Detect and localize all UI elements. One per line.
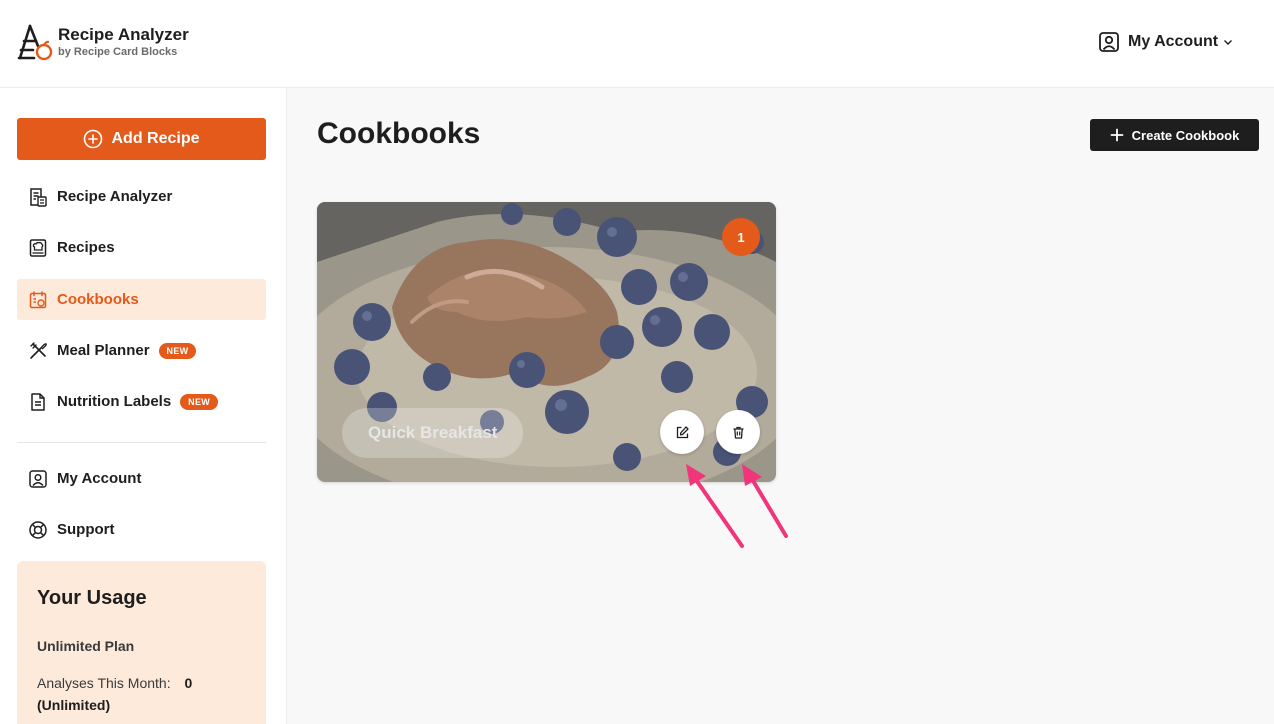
sidebar-item-my-account[interactable]: My Account [17, 458, 266, 499]
sidebar-item-label: Recipe Analyzer [57, 188, 173, 205]
add-recipe-button[interactable]: Add Recipe [17, 118, 266, 160]
sidebar-item-recipe-analyzer[interactable]: Recipe Analyzer [17, 176, 266, 217]
sidebar-item-label: Recipes [57, 239, 115, 256]
recipe-count-badge: 1 [722, 218, 760, 256]
sidebar-item-nutrition-labels[interactable]: Nutrition Labels NEW [17, 381, 266, 422]
usage-title: Your Usage [37, 587, 147, 609]
chef-book-icon [29, 238, 47, 257]
sidebar-item-support[interactable]: Support [17, 509, 266, 550]
sidebar-item-label: My Account [57, 470, 142, 487]
trash-icon [733, 426, 743, 439]
annotation-arrows [686, 464, 788, 548]
annotation-arrow-edit [686, 464, 744, 548]
sidebar-item-label: Cookbooks [57, 291, 139, 308]
create-cookbook-button[interactable]: Create Cookbook [1090, 119, 1259, 151]
brand-subtitle: by Recipe Card Blocks [58, 46, 178, 58]
usage-analyses-note: (Unlimited) [37, 697, 111, 713]
usage-plan: Unlimited Plan [37, 638, 135, 654]
usage-analyses-value: 0 [184, 675, 193, 691]
sidebar-item-recipes[interactable]: Recipes [17, 227, 266, 268]
new-badge: NEW [158, 342, 197, 359]
account-label: My Account [1128, 33, 1219, 50]
plus-circle-icon [84, 129, 103, 149]
plus-icon [1110, 128, 1124, 142]
account-menu[interactable]: My Account [1098, 30, 1234, 54]
lifebuoy-icon [29, 520, 47, 539]
chevron-down-icon [1224, 40, 1233, 45]
cookbook-title[interactable]: Quick Breakfast [342, 408, 524, 458]
page-title: Cookbooks [317, 117, 481, 150]
usage-panel: Your Usage Unlimited Plan Analyses This … [17, 561, 266, 724]
sidebar-item-label: Nutrition Labels [57, 393, 172, 410]
recipe-analyzer-logo-icon[interactable] [16, 24, 54, 62]
sidebar-item-label: Meal Planner [57, 342, 150, 359]
new-badge: NEW [180, 393, 219, 410]
sidebar-item-meal-planner[interactable]: Meal Planner NEW [17, 330, 266, 371]
user-badge-icon [1099, 32, 1119, 52]
document-icon [31, 392, 45, 411]
utensils-icon [30, 341, 47, 359]
calculator-doc-icon [30, 187, 47, 207]
create-cookbook-label: Create Cookbook [1131, 127, 1240, 143]
usage-analyses-label: Analyses This Month: [37, 675, 171, 691]
user-badge-icon [29, 469, 47, 488]
sidebar: Add Recipe Recipe Analyzer Recipes Cookb… [0, 88, 287, 724]
usage-analyses: Analyses This Month: 0 (Unlimited) [37, 672, 246, 716]
top-bar: Recipe Analyzer by Recipe Card Blocks My… [0, 0, 1274, 88]
edit-icon [676, 425, 689, 438]
brand-title: Recipe Analyzer [58, 25, 189, 44]
calendar-book-icon [29, 290, 47, 308]
add-recipe-label: Add Recipe [111, 130, 200, 147]
sidebar-item-cookbooks[interactable]: Cookbooks [17, 279, 266, 320]
sidebar-item-label: Support [57, 521, 115, 538]
sidebar-divider [17, 442, 266, 443]
annotation-arrow-delete [742, 464, 788, 538]
